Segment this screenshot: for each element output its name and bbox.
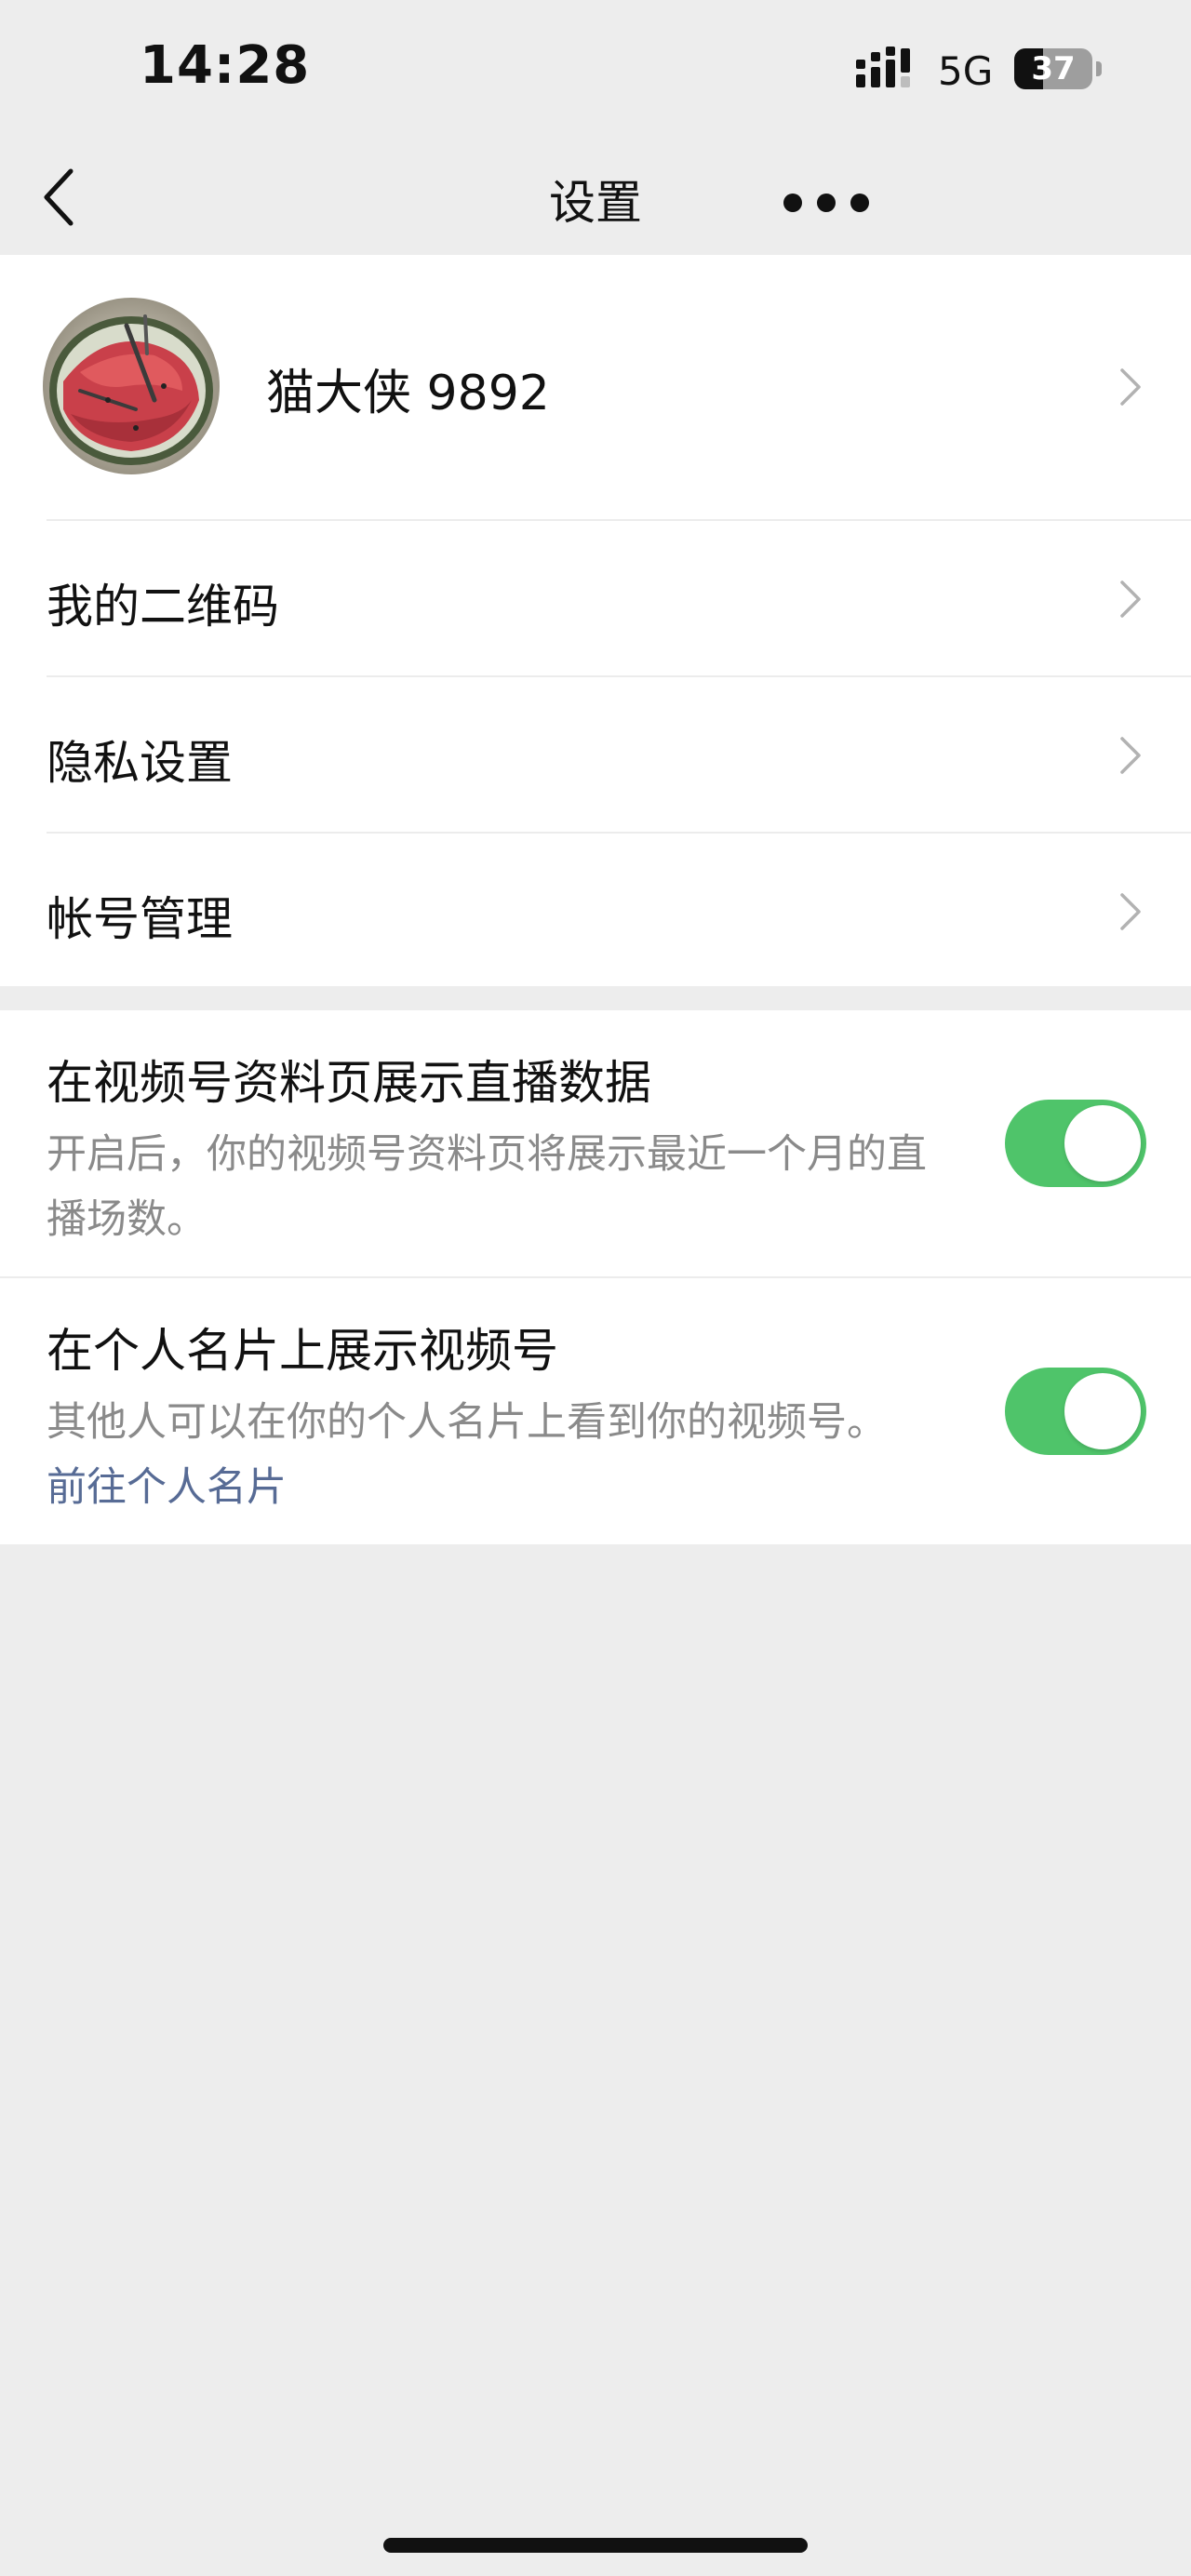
menu-item-label: 隐私设置 [47, 736, 233, 790]
avatar [43, 298, 220, 474]
card-switch[interactable] [1005, 1368, 1146, 1455]
status-bar: 14:28 5G 37 [0, 0, 1191, 140]
live-data-switch[interactable] [1005, 1100, 1146, 1187]
chevron-right-icon [1120, 893, 1141, 930]
profile-name: 猫大侠 9892 [266, 366, 550, 421]
toggle-description-text: 其他人可以在你的个人名片上看到你的视频号。 [47, 1399, 887, 1446]
toggle-description: 开启后，你的视频号资料页将展示最近一个月的直播场数。 [47, 1131, 927, 1243]
settings-group-account: 猫大侠 9892 我的二维码 隐私设置 帐号管理 [0, 255, 1191, 986]
network-label: 5G [938, 48, 994, 94]
profile-row[interactable]: 猫大侠 9892 [0, 255, 1191, 519]
chevron-right-icon [1120, 368, 1141, 406]
switch-knob [1064, 1373, 1141, 1449]
toggle-description: 其他人可以在你的个人名片上看到你的视频号。 前往个人名片 [47, 1390, 940, 1520]
watermelon-avatar-icon [43, 298, 220, 474]
toggle-title: 在个人名片上展示视频号 [47, 1324, 558, 1378]
toggle-row-live-data: 在视频号资料页展示直播数据 开启后，你的视频号资料页将展示最近一个月的直播场数。 [0, 1010, 1191, 1276]
page-title: 设置 [549, 176, 642, 230]
signal-icon [856, 47, 910, 87]
home-indicator [383, 2538, 808, 2553]
more-button[interactable] [780, 167, 873, 233]
nav-bar: 设置 [0, 140, 1191, 255]
toggle-row-card: 在个人名片上展示视频号 其他人可以在你的个人名片上看到你的视频号。 前往个人名片 [0, 1278, 1191, 1544]
more-dots-icon [783, 194, 869, 212]
settings-group-channels: 在视频号资料页展示直播数据 开启后，你的视频号资料页将展示最近一个月的直播场数。… [0, 1010, 1191, 1544]
battery-tip [1096, 61, 1102, 76]
menu-item-label: 我的二维码 [47, 580, 279, 634]
menu-item-label: 帐号管理 [47, 892, 233, 946]
status-time: 14:28 [140, 35, 311, 96]
toggle-title: 在视频号资料页展示直播数据 [47, 1056, 651, 1110]
menu-item-privacy[interactable]: 隐私设置 [0, 677, 1191, 832]
battery-icon: 37 [1014, 48, 1092, 89]
switch-knob [1064, 1105, 1141, 1181]
menu-item-qrcode[interactable]: 我的二维码 [0, 521, 1191, 675]
battery-percent: 37 [1031, 50, 1076, 87]
menu-item-account[interactable]: 帐号管理 [0, 834, 1191, 988]
chevron-right-icon [1120, 737, 1141, 774]
go-to-card-link[interactable]: 前往个人名片 [47, 1464, 287, 1511]
chevron-right-icon [1120, 581, 1141, 618]
